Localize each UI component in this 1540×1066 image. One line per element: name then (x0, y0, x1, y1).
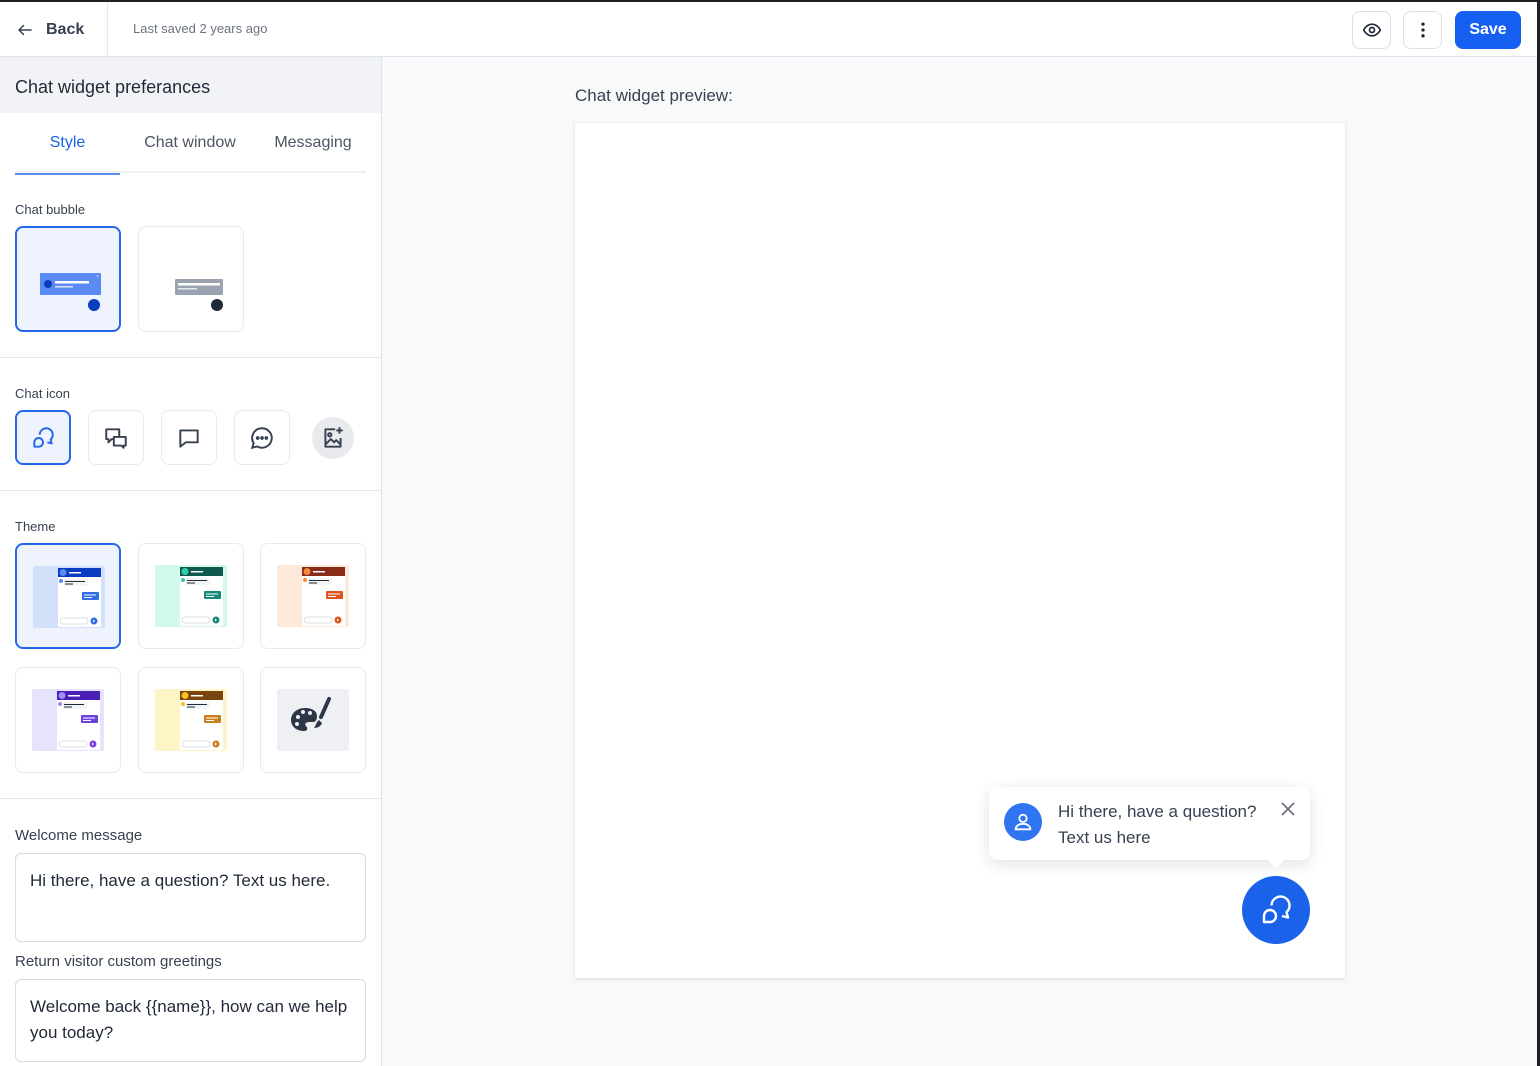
chat-icon-option-ellipsis[interactable] (234, 410, 290, 465)
welcome-message-input[interactable]: Hi there, have a question? Text us here. (15, 853, 366, 942)
bubble-option-colored[interactable]: × (15, 226, 121, 332)
section-divider (0, 490, 381, 491)
chat-icon-option-two-squares[interactable] (88, 410, 144, 465)
user-icon (1014, 813, 1032, 831)
square-bubble-icon (179, 428, 199, 448)
chat-icon-label: Chat icon (15, 386, 70, 401)
theme-option-custom[interactable] (260, 667, 366, 773)
chat-launcher-button[interactable] (1242, 876, 1310, 944)
chat-icon-option-upload[interactable] (312, 417, 354, 459)
theme-preview-icon (277, 565, 349, 627)
popup-message: Hi there, have a question? Text us here (1058, 802, 1257, 847)
theme-label: Theme (15, 519, 56, 534)
chat-bubble-label: Chat bubble (15, 202, 86, 217)
theme-option-blue[interactable] (15, 543, 121, 649)
section-divider (0, 357, 381, 358)
svg-text:×: × (96, 274, 99, 280)
return-greeting-label: Return visitor custom greetings (15, 953, 222, 970)
chat-icon-option-square[interactable] (161, 410, 217, 465)
theme-option-purple[interactable] (15, 667, 121, 773)
ellipsis-bubble-icon (250, 426, 273, 449)
top-bar: Back Last saved 2 years ago Save (0, 2, 1537, 57)
preview-button[interactable] (1352, 11, 1391, 49)
avatar (1004, 803, 1042, 841)
arrow-left-icon (18, 24, 32, 35)
return-greeting-input[interactable]: Welcome back {{name}}, how can we help y… (15, 979, 366, 1062)
tab-chat-window[interactable]: Chat window (120, 113, 260, 173)
theme-preview-icon (32, 689, 104, 751)
eye-icon (1362, 23, 1381, 37)
more-options-button[interactable] (1403, 11, 1442, 49)
back-button[interactable]: Back (0, 2, 108, 57)
chat-icon-option-double-bubble[interactable] (15, 410, 71, 465)
add-image-icon (324, 427, 343, 448)
welcome-popup: Hi there, have a question? Text us here (989, 787, 1310, 860)
tab-bar: Style Chat window Messaging (15, 113, 366, 175)
double-bubble-icon (1262, 895, 1291, 924)
theme-preview-icon (33, 566, 105, 628)
palette-brush-icon (277, 689, 349, 751)
theme-option-orange[interactable] (260, 543, 366, 649)
back-label: Back (46, 20, 85, 38)
double-bubble-icon (33, 426, 54, 448)
vertical-dots-icon (1420, 22, 1425, 38)
preview-label: Chat widget preview: (575, 86, 733, 105)
section-divider (0, 798, 381, 799)
tab-messaging[interactable]: Messaging (260, 113, 366, 173)
panel-title: Chat widget preferances (0, 57, 381, 113)
two-square-bubbles-icon (105, 427, 127, 449)
welcome-message-label: Welcome message (15, 827, 143, 844)
theme-preview-icon (155, 565, 227, 627)
neutral-bubble-preview-icon (175, 279, 223, 311)
save-button[interactable]: Save (1455, 11, 1521, 49)
theme-preview-icon (155, 689, 227, 751)
theme-option-teal[interactable] (138, 543, 244, 649)
colored-bubble-preview-icon: × (40, 273, 101, 311)
last-saved-status: Last saved 2 years ago (133, 21, 268, 36)
bubble-option-neutral[interactable] (138, 226, 244, 332)
tab-style[interactable]: Style (15, 113, 120, 175)
preferences-panel: Chat widget preferances Style Chat windo… (0, 57, 382, 1066)
close-icon[interactable] (1280, 801, 1296, 817)
theme-option-yellow[interactable] (138, 667, 244, 773)
